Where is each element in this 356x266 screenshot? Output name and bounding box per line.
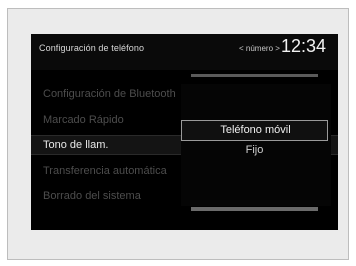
menu-item-system-clear[interactable]: Borrado del sistema (43, 190, 183, 202)
display-screen: Configuración de teléfono < número > 12:… (31, 34, 338, 230)
ringtone-options-popup: Teléfono móvil Fijo (181, 84, 331, 206)
menu-item-ringtone[interactable]: Tono de llam. (43, 139, 183, 151)
popup-scroll-top-bar (191, 74, 318, 77)
clock: 12:34 (281, 36, 327, 56)
menu-item-auto-transfer[interactable]: Transferencia automática (43, 165, 183, 177)
popup-scroll-bottom-bar (191, 207, 318, 211)
phone-status: < número > (239, 44, 280, 53)
screen-title: Configuración de teléfono (39, 43, 145, 53)
option-mobile-phone[interactable]: Teléfono móvil (181, 120, 328, 141)
screen-header: Configuración de teléfono < número > 12:… (31, 34, 338, 70)
option-fixed[interactable]: Fijo (181, 144, 328, 156)
menu-item-bluetooth-settings[interactable]: Configuración de Bluetooth (43, 88, 183, 100)
option-mobile-phone-label: Teléfono móvil (220, 124, 291, 136)
menu-item-speed-dial[interactable]: Marcado Rápido (43, 114, 183, 126)
